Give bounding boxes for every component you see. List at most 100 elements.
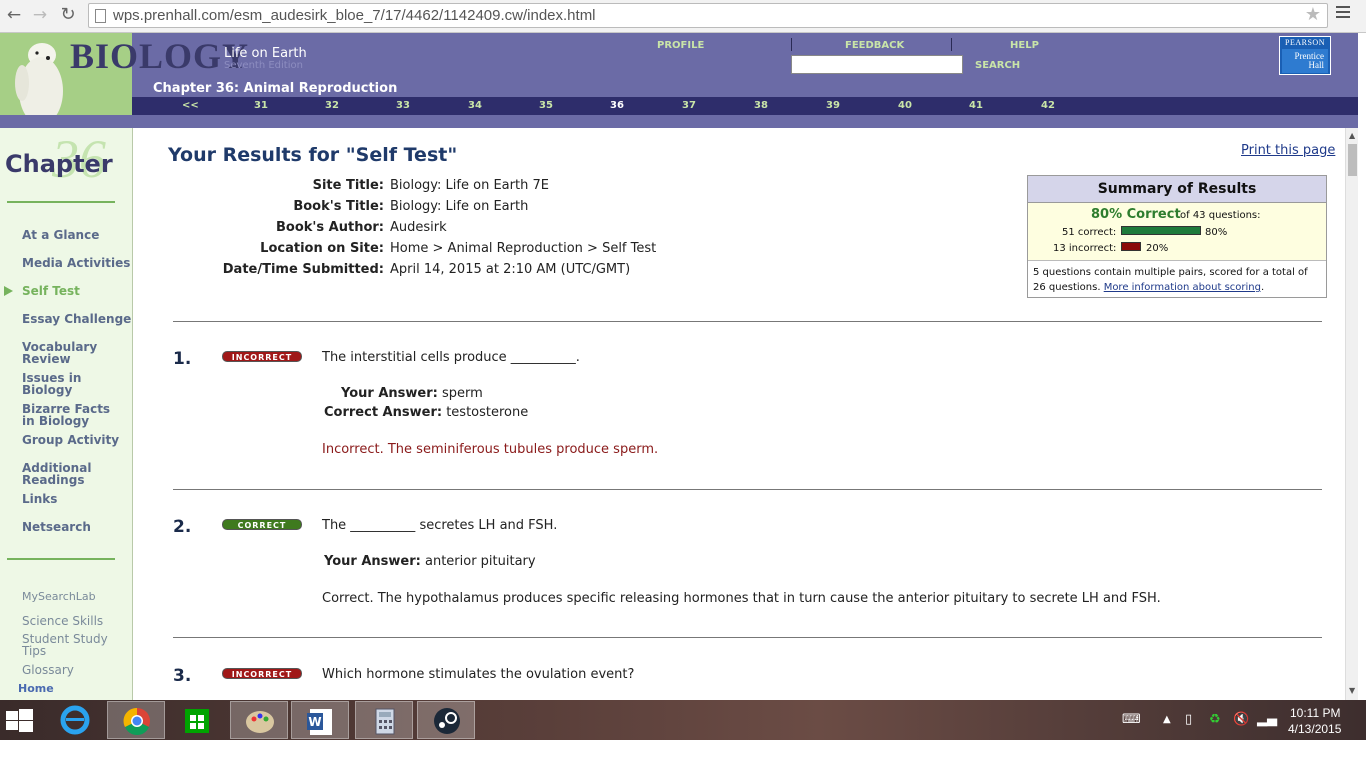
svg-text:W: W [308, 715, 321, 729]
question-count: of 43 questions: [1180, 210, 1261, 221]
vertical-scrollbar[interactable]: ▲ ▼ [1345, 128, 1358, 700]
summary-note: 5 questions contain multiple pairs, scor… [1033, 267, 1308, 293]
bookmark-star-icon[interactable]: ★ [1305, 4, 1321, 25]
sidebar-item-group-activity[interactable]: Group Activity [22, 434, 119, 446]
back-button[interactable]: ← [4, 5, 24, 25]
chapter-link-36[interactable]: 36 [610, 100, 624, 111]
profile-link[interactable]: PROFILE [657, 40, 704, 51]
address-bar[interactable]: wps.prenhall.com/esm_audesirk_bloe_7/17/… [88, 3, 1328, 28]
keyboard-icon[interactable]: ⌨ [1122, 712, 1141, 727]
search-button[interactable]: SEARCH [975, 60, 1020, 71]
divider [173, 321, 1322, 322]
clock-date[interactable]: 4/13/2015 [1288, 722, 1341, 736]
chapter-link-31[interactable]: 31 [254, 100, 268, 111]
chapter-link-40[interactable]: 40 [898, 100, 912, 111]
feedback-text: Correct. The hypothalamus produces speci… [322, 591, 1161, 606]
sidebar-item-at-a-glance[interactable]: At a Glance [22, 229, 99, 241]
store-icon[interactable] [168, 701, 226, 739]
chapter-link-38[interactable]: 38 [754, 100, 768, 111]
meta-label: Date/Time Submitted: [222, 262, 384, 277]
ie-icon[interactable] [46, 701, 104, 739]
incorrect-badge: INCORRECT [222, 351, 302, 362]
your-answer: Your Answer: anterior pituitary [324, 554, 536, 569]
divider [173, 637, 1322, 638]
meta-label: Book's Author: [276, 220, 384, 235]
sync-icon[interactable]: ♻ [1209, 712, 1221, 727]
question-number: 2. [173, 517, 192, 537]
sidebar-item-links[interactable]: Links [22, 493, 57, 505]
scoring-info-link[interactable]: More information about scoring [1104, 282, 1261, 293]
chapter-link-35[interactable]: 35 [539, 100, 553, 111]
steam-icon[interactable] [417, 701, 475, 739]
polar-bear-icon [15, 43, 63, 125]
pearson-logo[interactable]: PEARSON Prentice Hall [1279, 36, 1331, 75]
chapter-link-32[interactable]: 32 [325, 100, 339, 111]
logo-subtitle: Life on Earth [224, 46, 307, 61]
correct-percent: 80% [1205, 227, 1228, 238]
site-header: BIOLOGY Life on Earth Seventh Edition PR… [0, 33, 1358, 128]
chapter-prev-link[interactable]: << [182, 100, 199, 111]
url-text[interactable]: wps.prenhall.com/esm_audesirk_bloe_7/17/… [113, 7, 596, 24]
chapter-link-37[interactable]: 37 [682, 100, 696, 111]
sidebar-item-essay-challenge[interactable]: Essay Challenge [22, 313, 131, 325]
sidebar-item-mysearchlab[interactable]: MySearchLab [22, 591, 96, 603]
help-link[interactable]: HELP [1010, 40, 1039, 51]
chapter-link-39[interactable]: 39 [826, 100, 840, 111]
meta-label: Book's Title: [293, 199, 384, 214]
chapter-word: Chapter [5, 150, 113, 178]
sidebar-item-netsearch[interactable]: Netsearch [22, 521, 91, 533]
correct-count: 51 correct: [1062, 227, 1117, 238]
sidebar-item-science-skills[interactable]: Science Skills [22, 615, 103, 627]
browser-menu-icon[interactable] [1336, 6, 1350, 20]
print-link[interactable]: Print this page [1241, 143, 1335, 158]
search-input[interactable] [791, 55, 963, 74]
summary-body: 80% Correct of 43 questions: 51 correct:… [1028, 203, 1326, 261]
question-text: The __________ secretes LH and FSH. [322, 518, 558, 533]
show-hidden-icons-icon[interactable]: ▲ [1163, 714, 1171, 725]
paint-icon[interactable] [230, 701, 288, 739]
divider [7, 201, 115, 203]
header-strip [0, 115, 1358, 128]
site-logo[interactable]: BIOLOGY [70, 35, 249, 77]
percent-correct: 80% Correct [1091, 207, 1181, 222]
chapter-link-34[interactable]: 34 [468, 100, 482, 111]
sidebar-item-self-test[interactable]: Self Test [22, 285, 80, 297]
chapter-link-33[interactable]: 33 [396, 100, 410, 111]
volume-muted-icon[interactable]: 🔇 [1233, 712, 1249, 727]
sidebar-item-vocabulary-review[interactable]: Vocabulary Review [22, 341, 97, 365]
question-text: The interstitial cells produce _________… [322, 350, 580, 365]
sidebar-item-media-activities[interactable]: Media Activities [22, 257, 130, 269]
device-icon[interactable]: ▯ [1185, 712, 1192, 727]
scroll-up-icon[interactable]: ▲ [1349, 131, 1355, 140]
main-content: Your Results for "Self Test" Print this … [133, 128, 1345, 700]
clock-time[interactable]: 10:11 PM [1290, 706, 1340, 720]
forward-button[interactable]: → [30, 5, 50, 25]
chapter-link-41[interactable]: 41 [969, 100, 983, 111]
word-icon[interactable]: W [291, 701, 349, 739]
current-page-arrow-icon [4, 286, 13, 296]
sidebar-item-glossary[interactable]: Glossary [22, 664, 74, 676]
reload-button[interactable]: ↻ [58, 5, 78, 25]
sidebar-item-bizarre-facts[interactable]: Bizarre Facts in Biology [22, 403, 110, 427]
page-title: Your Results for "Self Test" [168, 144, 458, 166]
sidebar: 36 Chapter At a Glance Media Activities … [0, 128, 133, 700]
sidebar-item-additional-readings[interactable]: Additional Readings [22, 462, 91, 486]
divider [951, 38, 952, 51]
sidebar-item-student-study-tips[interactable]: Student Study Tips [22, 633, 108, 657]
pearson-text: PEARSON [1285, 38, 1325, 47]
scroll-down-icon[interactable]: ▼ [1349, 686, 1355, 695]
meta-value: Biology: Life on Earth 7E [390, 178, 549, 193]
sidebar-item-issues-in-biology[interactable]: Issues in Biology [22, 372, 81, 396]
start-icon[interactable] [0, 701, 42, 739]
divider [173, 489, 1322, 490]
scroll-thumb[interactable] [1348, 144, 1357, 176]
chapter-link-42[interactable]: 42 [1041, 100, 1055, 111]
your-answer-value: anterior pituitary [424, 554, 536, 569]
chrome-icon[interactable] [107, 701, 165, 739]
network-signal-icon[interactable]: ▂▄ [1257, 712, 1277, 727]
calculator-icon[interactable] [355, 701, 413, 739]
taskbar: W ⌨ ▲ ▯ ♻ 🔇 ▂▄ 10:11 PM 4/13/2015 [0, 700, 1366, 740]
feedback-link[interactable]: FEEDBACK [845, 40, 904, 51]
sidebar-home-link[interactable]: Home [18, 682, 54, 695]
divider [7, 558, 115, 560]
